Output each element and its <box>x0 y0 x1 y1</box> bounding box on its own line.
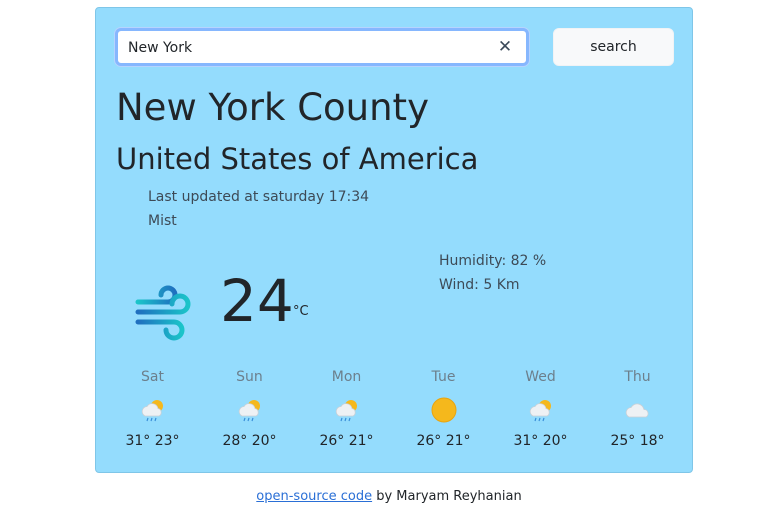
last-updated: Last updated at saturday 17:34 <box>148 189 370 205</box>
forecast-temps: 31° 23° <box>125 433 180 449</box>
wind-icon <box>135 285 191 341</box>
forecast-day-name: Wed <box>525 369 556 385</box>
footer: open-source code by Maryam Reyhanian <box>0 487 778 507</box>
source-code-link[interactable]: open-source code <box>256 489 372 504</box>
search-box[interactable]: ✕ <box>115 28 529 66</box>
forecast-temps: 31° 20° <box>513 433 568 449</box>
humidity: Humidity: 82 % <box>439 253 547 269</box>
cloud-sun-rain-icon <box>529 400 551 422</box>
search-input[interactable] <box>128 36 488 60</box>
temperature-unit: °C <box>293 304 309 319</box>
forecast-day-name: Mon <box>331 369 362 385</box>
weather-condition: Mist <box>148 213 177 229</box>
forecast-day: Thu 25° 18° <box>589 366 686 456</box>
forecast-temps: 28° 20° <box>222 433 277 449</box>
forecast-day-name: Thu <box>624 369 651 385</box>
cloud-icon <box>625 403 648 418</box>
city-name: New York County <box>116 86 429 129</box>
cloud-sun-rain-icon <box>335 400 357 422</box>
sun-icon <box>431 397 456 423</box>
forecast-day: Tue 26° 21° <box>395 366 492 456</box>
forecast-day: Mon 26° 21° <box>298 366 395 456</box>
forecast-day: Sat 31° 23° <box>104 366 201 456</box>
forecast-day-name: Sun <box>236 369 263 385</box>
forecast-day: Wed 31° 20° <box>492 366 589 456</box>
cloud-sun-rain-icon <box>141 400 163 422</box>
wind-speed: Wind: 5 Km <box>439 277 520 293</box>
forecast-day: Sun 28° 20° <box>201 366 298 456</box>
cloud-sun-rain-icon <box>238 400 260 422</box>
close-icon[interactable]: ✕ <box>496 37 514 57</box>
current-temperature: 24 <box>220 267 294 335</box>
forecast-temps: 26° 21° <box>416 433 471 449</box>
search-button[interactable]: search <box>553 28 674 66</box>
forecast-day-name: Sat <box>141 369 164 385</box>
forecast-day-name: Tue <box>431 369 456 385</box>
country-name: United States of America <box>116 142 479 176</box>
forecast-temps: 26° 21° <box>319 433 374 449</box>
footer-author: by Maryam Reyhanian <box>372 489 522 504</box>
forecast-temps: 25° 18° <box>610 433 665 449</box>
forecast-row: Sat 31° 23° Sun 28° 20° Mon 26° 21° Tue … <box>104 366 686 456</box>
weather-card: ✕ search New York County United States o… <box>95 7 693 473</box>
